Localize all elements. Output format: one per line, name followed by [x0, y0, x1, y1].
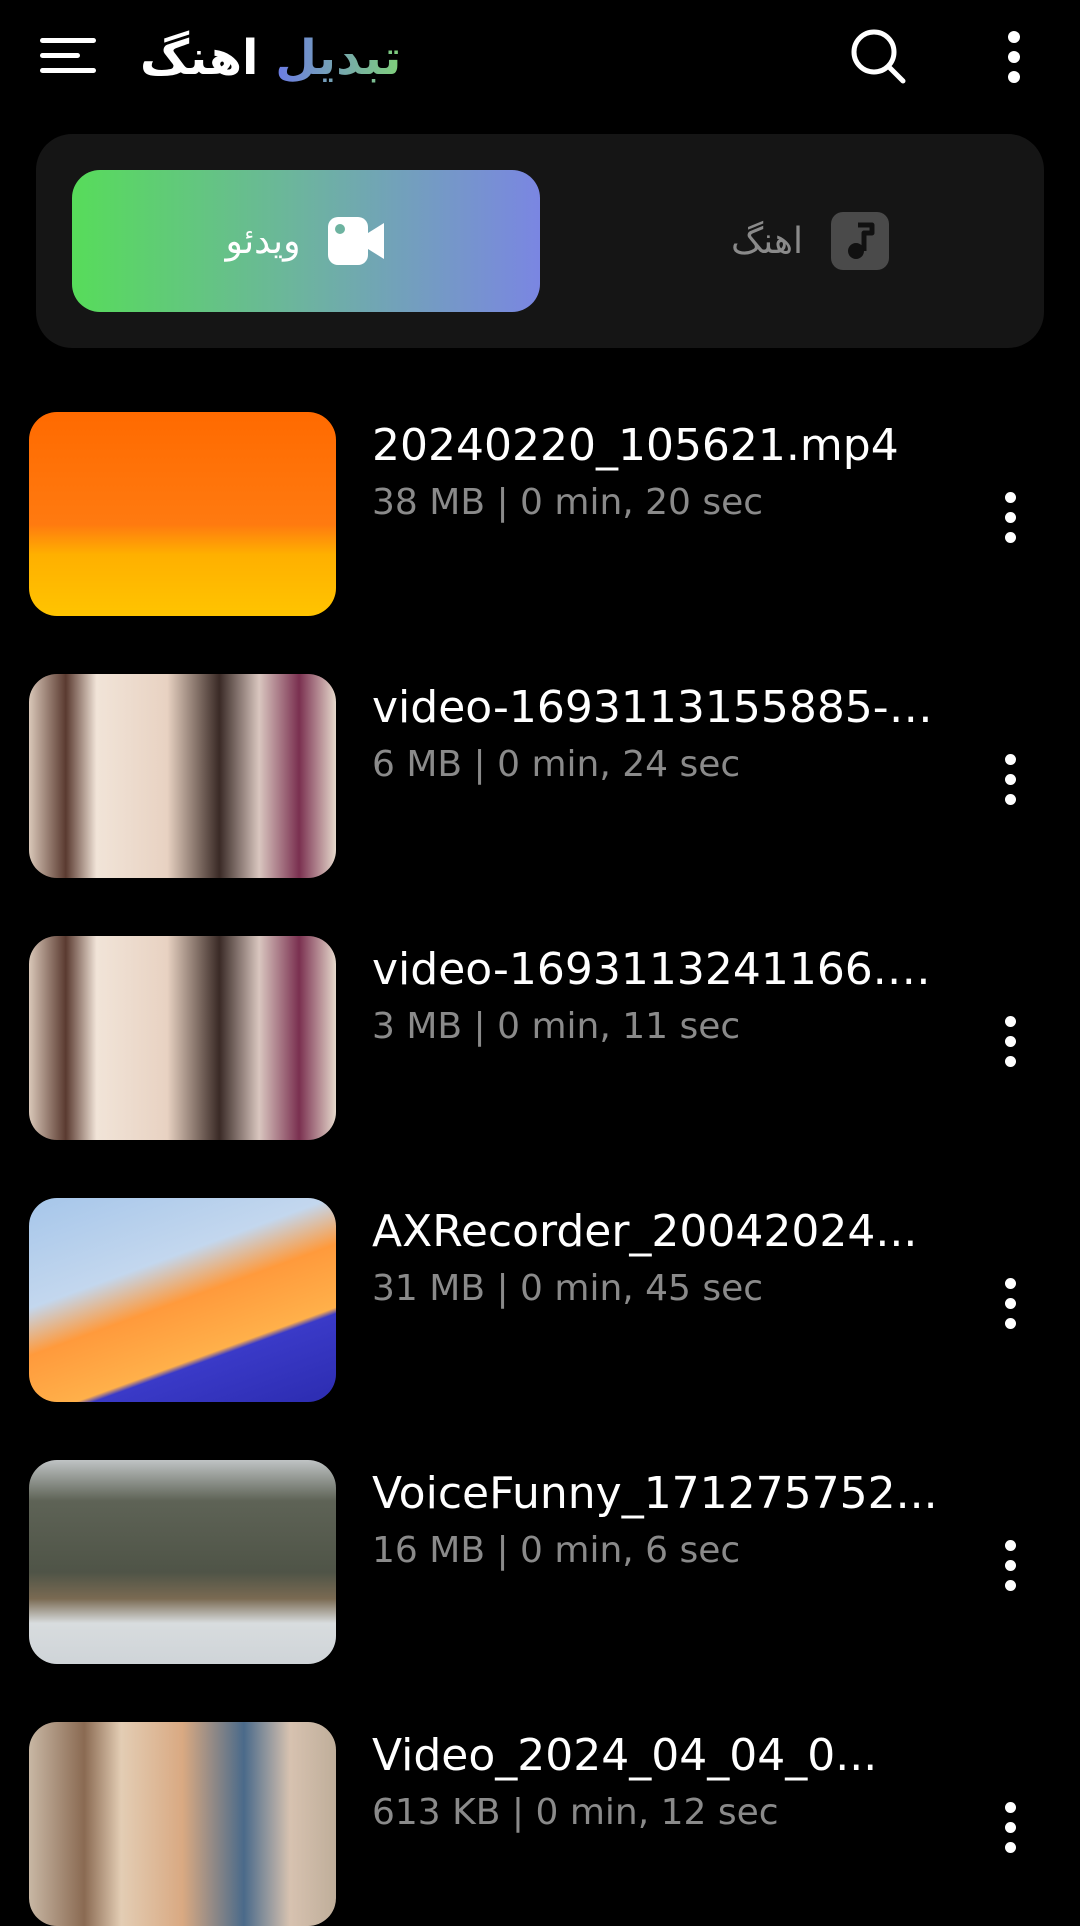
video-meta: 613 KB | 0 min, 12 sec — [372, 1792, 779, 1833]
media-type-tabs: ویدئو اهنگ — [36, 134, 1044, 348]
video-meta: 6 MB | 0 min, 24 sec — [372, 744, 741, 785]
item-more-icon[interactable] — [996, 492, 1024, 544]
tab-video[interactable]: ویدئو — [72, 170, 540, 312]
item-more-icon[interactable] — [996, 1540, 1024, 1592]
video-thumbnail[interactable] — [29, 412, 336, 616]
video-name: Video_2024_04_04_0... — [372, 1730, 878, 1781]
tab-video-label: ویدئو — [225, 220, 301, 262]
list-item[interactable]: video-1693113155885-4... 6 MB | 0 min, 2… — [0, 674, 1080, 878]
video-name: AXRecorder_20042024... — [372, 1206, 918, 1257]
list-item[interactable]: AXRecorder_20042024... 31 MB | 0 min, 45… — [0, 1198, 1080, 1402]
video-thumbnail[interactable] — [29, 936, 336, 1140]
top-app-bar: تبدیل اهنگ — [0, 0, 1080, 112]
video-name: 20240220_105621.mp4 — [372, 420, 899, 471]
music-note-icon — [831, 212, 890, 270]
video-meta: 16 MB | 0 min, 6 sec — [372, 1530, 741, 1571]
item-more-icon[interactable] — [996, 1016, 1024, 1068]
list-item[interactable]: VoiceFunny_171275752... 16 MB | 0 min, 6… — [0, 1460, 1080, 1664]
app-title: تبدیل اهنگ — [140, 18, 401, 98]
search-icon[interactable] — [850, 28, 906, 84]
tab-music[interactable]: اهنگ — [576, 170, 1044, 312]
video-thumbnail[interactable] — [29, 1460, 336, 1664]
tab-music-label: اهنگ — [730, 220, 804, 262]
video-meta: 38 MB | 0 min, 20 sec — [372, 482, 764, 523]
more-options-icon[interactable] — [1000, 30, 1028, 84]
list-item[interactable]: 20240220_105621.mp4 38 MB | 0 min, 20 se… — [0, 412, 1080, 616]
item-more-icon[interactable] — [996, 1802, 1024, 1854]
item-more-icon[interactable] — [996, 1278, 1024, 1330]
item-more-icon[interactable] — [996, 754, 1024, 806]
video-thumbnail[interactable] — [29, 674, 336, 878]
video-meta: 31 MB | 0 min, 45 sec — [372, 1268, 764, 1309]
app-title-part1: تبدیل — [275, 30, 402, 86]
video-thumbnail[interactable] — [29, 1722, 336, 1926]
list-item[interactable]: Video_2024_04_04_0... 613 KB | 0 min, 12… — [0, 1722, 1080, 1926]
video-name: VoiceFunny_171275752... — [372, 1468, 938, 1519]
video-name: video-1693113241166.m... — [372, 944, 942, 995]
video-camera-icon — [328, 217, 385, 265]
menu-icon[interactable] — [38, 34, 98, 78]
video-name: video-1693113155885-4... — [372, 682, 942, 733]
list-item[interactable]: video-1693113241166.m... 3 MB | 0 min, 1… — [0, 936, 1080, 1140]
app-title-part2: اهنگ — [140, 30, 259, 86]
video-meta: 3 MB | 0 min, 11 sec — [372, 1006, 741, 1047]
video-thumbnail[interactable] — [29, 1198, 336, 1402]
